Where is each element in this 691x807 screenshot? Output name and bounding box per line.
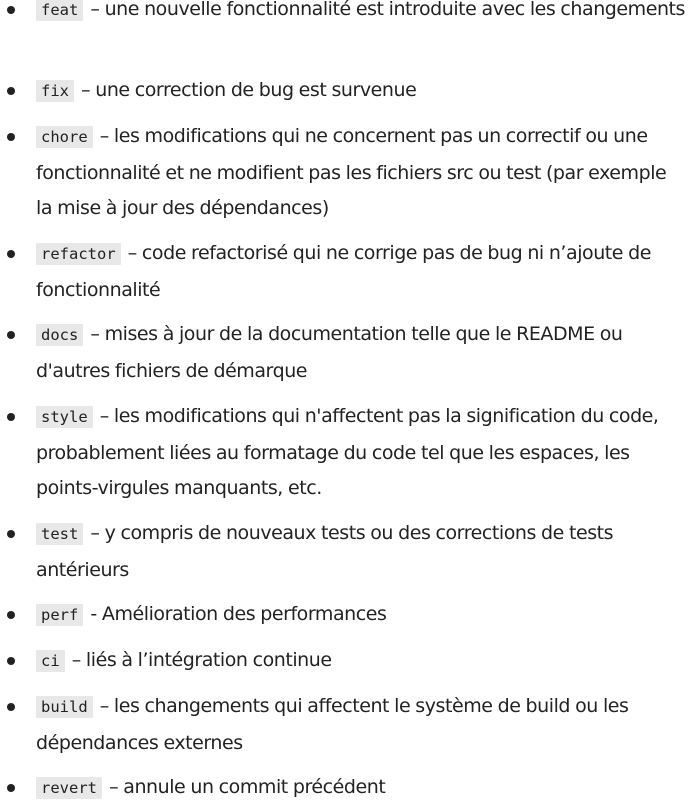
bullet-icon: [7, 133, 15, 141]
bullet-icon: [7, 331, 15, 339]
list-item-text: ci – liés à l’intégration continue: [36, 643, 687, 680]
description: une correction de bug est survenue: [95, 79, 417, 101]
bullet-icon: [7, 413, 15, 421]
description: Amélioration des performances: [101, 603, 387, 625]
separator: –: [71, 649, 82, 671]
bullet-icon: [7, 6, 15, 14]
description: liés à l’intégration continue: [85, 649, 332, 671]
bullet-icon: [7, 703, 15, 711]
commit-type-code: style: [36, 406, 93, 428]
description: les modifications qui ne concernent pas …: [36, 125, 667, 219]
separator: –: [99, 405, 110, 427]
commit-type-code: chore: [36, 126, 93, 148]
bullet-icon: [7, 250, 15, 258]
description: une nouvelle fonctionnalité est introdui…: [104, 0, 686, 20]
bullet-icon: [7, 657, 15, 665]
description: les modifications qui n'affectent pas la…: [36, 405, 659, 499]
bullet-icon: [7, 87, 15, 95]
list-item-text: perf - Amélioration des performances: [36, 597, 687, 634]
commit-type-code: revert: [36, 777, 102, 799]
separator: –: [99, 695, 110, 717]
list-item-text: chore – les modifications qui ne concern…: [36, 119, 687, 227]
list-item-text: refactor – code refactorisé qui ne corri…: [36, 236, 687, 308]
commit-type-code: ci: [36, 650, 65, 672]
bullet-icon: [7, 611, 15, 619]
separator: –: [90, 522, 100, 544]
list-item-text: feat – une nouvelle fonctionnalité est i…: [36, 0, 687, 29]
description: mises à jour de la documentation telle q…: [36, 323, 623, 382]
separator: –: [90, 323, 100, 345]
list-item-text: revert – annule un commit précédent: [36, 770, 687, 807]
separator: –: [99, 125, 110, 147]
commit-type-code: perf: [36, 604, 84, 626]
commit-type-code: refactor: [36, 243, 121, 265]
bullet-icon: [7, 784, 15, 792]
separator: –: [127, 242, 138, 264]
description: les changements qui affectent le système…: [36, 695, 629, 754]
separator: –: [109, 776, 119, 798]
description: annule un commit précédent: [123, 776, 386, 798]
list-item-text: style – les modifications qui n'affecten…: [36, 399, 687, 507]
list-item-text: docs – mises à jour de la documentation …: [36, 317, 687, 389]
bullet-icon: [7, 530, 15, 538]
commit-type-code: build: [36, 696, 93, 718]
separator: –: [90, 0, 100, 20]
commit-type-code: feat: [36, 0, 84, 21]
separator: -: [90, 603, 97, 625]
commit-type-code: docs: [36, 324, 84, 346]
list-item-text: build – les changements qui affectent le…: [36, 689, 687, 761]
commit-type-code: test: [36, 523, 84, 545]
list-item-text: test – y compris de nouveaux tests ou de…: [36, 516, 687, 588]
separator: –: [81, 79, 91, 101]
description: y compris de nouveaux tests ou des corre…: [36, 522, 614, 581]
list-item-text: fix – une correction de bug est survenue: [36, 73, 687, 110]
commit-type-code: fix: [36, 80, 74, 102]
